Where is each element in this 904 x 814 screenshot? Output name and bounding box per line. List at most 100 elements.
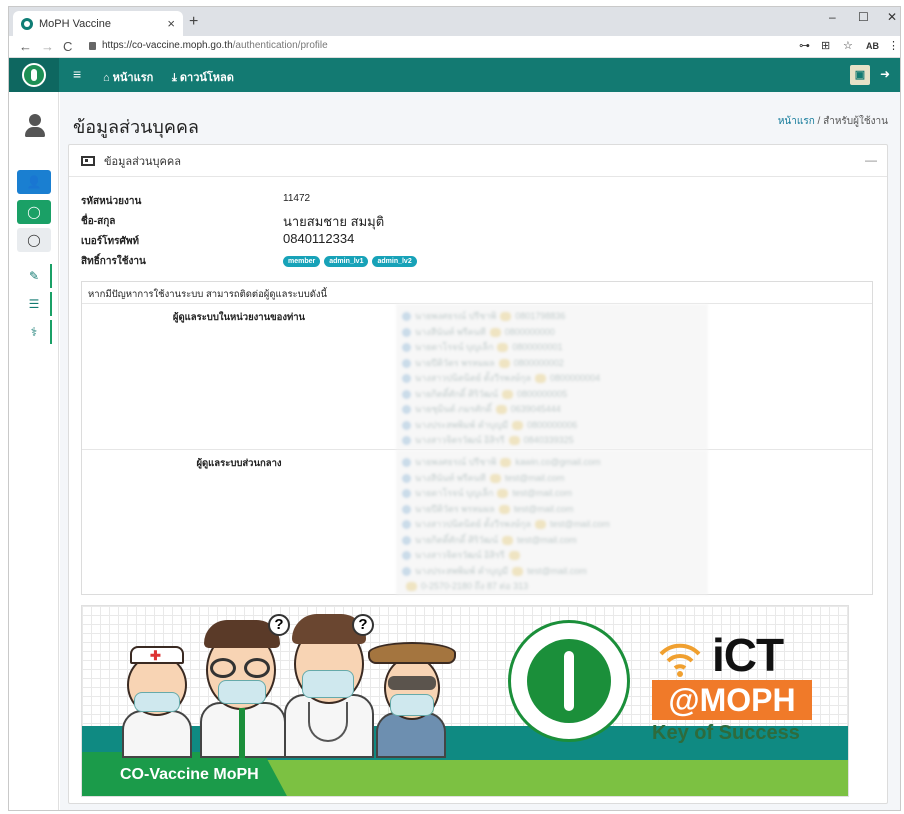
menu-toggle-icon[interactable]: ≡ [73, 66, 81, 82]
admin-name: นายพงศธรณ์ ปรีชาพิ [415, 457, 497, 467]
question-bubble-1: ? [268, 614, 290, 636]
profile-card: ข้อมูลส่วนบุคคล — รหัสหน่วยงาน 11472 ชื่… [68, 144, 888, 804]
breadcrumb-home-link[interactable]: หน้าแรก [778, 116, 815, 127]
list-icon: ☰ [28, 297, 40, 311]
admin-contact: test@mail.com [504, 472, 565, 483]
sidebar-item-2[interactable]: ◯ [17, 228, 51, 252]
phone-value: 0840112334 [283, 231, 355, 246]
moph-logo[interactable] [9, 58, 59, 92]
slogan-text: Key of Success [652, 722, 800, 744]
local-admin-item: นางประสพพิมพ์ คำบุญมี 0800000006 [402, 418, 702, 434]
tab-close-icon[interactable]: × [167, 16, 175, 31]
admin-name: นางสีนันท์ พรีคนที [415, 472, 486, 483]
health-volunteer-illustration [366, 628, 456, 758]
favicon-icon [21, 17, 33, 30]
sidebar-indicator [50, 320, 52, 344]
central-admin-item: 0-2570-2180 ถึง 87 ต่อ 313 [402, 579, 702, 595]
central-admin-item: นายปีติวัตร พรหมผล test@mail.com [402, 502, 702, 518]
admin-name: นางสาวปนิตนิตย์ ตั้งวีรพงษ์กุล [415, 373, 532, 383]
admin-contact: 0800000002 [513, 357, 564, 368]
forward-button[interactable]: → [41, 39, 54, 54]
admin-contact: 0800000001 [512, 342, 563, 352]
admin-name: นายดาโรจน์ บุญเล็ก [415, 342, 494, 352]
sidebar-item-list[interactable]: ☰ [17, 292, 51, 316]
nav-home-link[interactable]: ⌂ หน้าแรก [103, 68, 153, 86]
role-badge: member [283, 256, 321, 267]
nav-download-link[interactable]: ⤓ ดาวน์โหลด [172, 68, 234, 86]
local-admin-item: นางสาวปนิตนิตย์ ตั้งวีรพงษ์กุล 0800000004 [402, 371, 702, 387]
role-badge: admin_lv2 [372, 256, 417, 267]
role-label: สิทธิ์การใช้งาน [81, 256, 146, 267]
wifi-icon [659, 643, 701, 677]
sidebar-item-1[interactable]: ◯ [17, 200, 51, 224]
url-host: https://co-vaccine.moph.go.th [102, 40, 233, 51]
admin-contact: 0-2570-2180 ถึง 87 ต่อ 313 [421, 581, 529, 591]
url-path: /authentication/profile [232, 40, 328, 51]
bookmark-star-icon[interactable]: ☆ [843, 39, 853, 52]
reload-button[interactable]: C [63, 39, 72, 54]
maximize-button[interactable]: ☐ [858, 10, 869, 24]
admin-contact: 0801798836 [515, 311, 566, 321]
admin-contact: 0639045444 [510, 404, 561, 414]
admin-name: นางประสพพิมพ์ คำบุญมี [415, 419, 509, 430]
back-button[interactable]: ← [19, 39, 32, 54]
admin-name: นายพงศธรณ์ ปรีชาพิ [415, 311, 497, 321]
sidebar-item-doctor[interactable]: ⚕ [17, 320, 51, 344]
central-admin-item: นางสาวจิตรวัฒน์ อิสิรรี [402, 548, 702, 564]
admin-name: นางสาวจิตรวัฒน์ อิสิรรี [415, 435, 505, 445]
unit-code-value: 11472 [283, 193, 311, 204]
main-content: ข้อมูลส่วนบุคคล หน้าแรก / สำหรับผู้ใช้งา… [60, 92, 900, 810]
local-admin-item: นายพงศธรณ์ ปรีชาพิ 0801798836 [402, 309, 702, 325]
admin-contact: test@mail.com [517, 534, 577, 545]
nurse-illustration: ✚ [112, 638, 202, 758]
browser-tab[interactable]: MoPH Vaccine × [13, 11, 183, 36]
phone-label: เบอร์โทรศัพท์ [81, 236, 140, 247]
collapse-button[interactable]: — [865, 153, 877, 167]
user-avatar-icon[interactable] [24, 114, 46, 138]
admin-contact: 0800000000 [504, 326, 555, 337]
admin-contact: test@mail.com [527, 565, 587, 576]
minimize-button[interactable]: – [829, 10, 836, 24]
sidebar-item-user-edit[interactable]: ✎ [17, 264, 51, 288]
admin-contact: 0800000006 [527, 419, 578, 430]
local-admin-item: นายกิตติ์ศักดิ์ ศิริวัฒน์ 0800000005 [402, 387, 702, 403]
new-tab-button[interactable]: + [189, 13, 198, 31]
profile-badge[interactable]: AB [866, 41, 879, 51]
sidebar-profile-button[interactable]: 👤 [17, 170, 51, 194]
admin-name: นางสีนันท์ พรีคนที [415, 326, 486, 337]
home-icon: ⌂ [103, 72, 110, 84]
breadcrumb-current: สำหรับผู้ใช้งาน [823, 116, 888, 127]
local-admin-item: นางสีนันท์ พรีคนที 0800000000 [402, 325, 702, 341]
help-contact-box: หากมีปัญหาการใช้งานระบบ สามารถติดต่อผู้ด… [81, 281, 873, 595]
question-bubble-2: ? [352, 614, 374, 636]
translate-icon[interactable]: ⊞ [821, 39, 830, 52]
download-icon: ⤓ [172, 72, 177, 84]
circle-outline-icon: ◯ [27, 233, 41, 247]
doctor-icon: ⚕ [30, 325, 38, 339]
sidebar-indicator [50, 264, 52, 288]
circle-icon: ◯ [27, 205, 41, 219]
admin-contact: 0800000005 [517, 388, 568, 399]
admin-name: นายกิตติ์ศักดิ์ ศิริวัฒน์ [415, 388, 499, 399]
user-edit-icon: ✎ [28, 269, 40, 283]
id-card-button[interactable]: ▣ [850, 65, 870, 85]
admin-contact: kawin.co@gmail.com [515, 457, 601, 467]
browser-menu-icon[interactable]: ⋮ [888, 39, 899, 52]
nav-download-label: ดาวน์โหลด [179, 72, 234, 84]
logout-icon[interactable]: ➜ [880, 67, 890, 81]
url-field[interactable]: https://co-vaccine.moph.go.th/authentica… [102, 40, 328, 51]
page-title: ข้อมูลส่วนบุคคล [73, 117, 199, 137]
close-window-button[interactable]: ✕ [887, 10, 897, 24]
local-admin-item: นายดาโรจน์ บุญเล็ก 0800000001 [402, 340, 702, 356]
admin-contact: test@mail.com [513, 503, 574, 514]
app-header: ≡ ⌂ หน้าแรก ⤓ ดาวน์โหลด ▣ ➜ [9, 58, 900, 92]
key-icon[interactable]: ⊶ [799, 39, 810, 52]
role-badge: admin_lv1 [324, 256, 369, 267]
lock-icon [89, 42, 96, 50]
id-card-icon [81, 155, 95, 166]
admin-name: นางสาวจิตรวัฒน์ อิสิรรี [415, 550, 505, 560]
admin-contact: 0840339325 [523, 435, 574, 445]
central-admin-item: นายกิตติ์ศักดิ์ ศิริวัฒน์ test@mail.com [402, 533, 702, 549]
moph-seal [508, 620, 630, 742]
address-bar: ← → C https://co-vaccine.moph.go.th/auth… [9, 36, 900, 58]
